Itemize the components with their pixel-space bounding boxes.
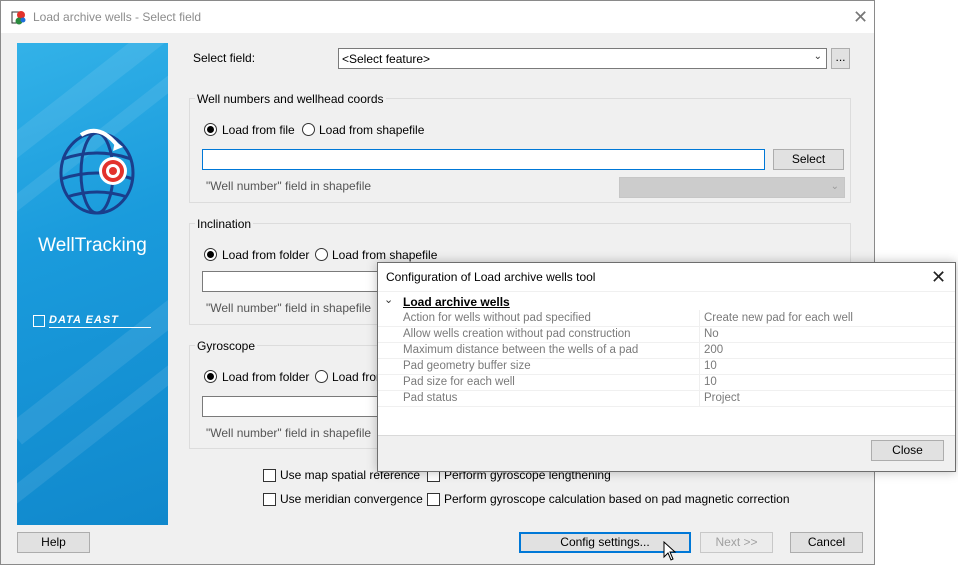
app-icon (11, 11, 26, 25)
browse-button[interactable]: ... (831, 48, 850, 69)
well-numbers-field-combo[interactable]: ⌄ (619, 177, 845, 198)
well-numbers-group-title: Well numbers and wellhead coords (195, 92, 386, 106)
well-numbers-radio-file-label[interactable]: Load from file (222, 123, 295, 137)
well-numbers-radio-file[interactable] (204, 123, 217, 136)
perform-gyroscope-calculation-label[interactable]: Perform gyroscope calculation based on p… (444, 492, 790, 506)
grid-row-key: Action for wells without pad specified (403, 312, 591, 324)
help-button[interactable]: Help (17, 532, 90, 553)
title-bar: Load archive wells - Select field ✕ (1, 1, 874, 33)
inclination-path-input[interactable] (202, 271, 402, 292)
select-field-label: Select field: (193, 51, 256, 65)
gyroscope-radio-shapefile[interactable] (315, 370, 328, 383)
config-dialog: Configuration of Load archive wells tool… (377, 262, 956, 472)
use-meridian-convergence-checkbox[interactable] (263, 493, 276, 506)
grid-row-value[interactable]: No (704, 326, 719, 342)
inclination-radio-shapefile[interactable] (315, 248, 328, 261)
mouse-cursor-icon (663, 541, 677, 561)
select-file-button[interactable]: Select (773, 149, 844, 170)
gyroscope-group-title: Gyroscope (195, 339, 258, 353)
grid-row-value[interactable]: Project (704, 390, 740, 406)
grid-row-key: Pad geometry buffer size (403, 360, 531, 372)
grid-row[interactable]: Pad status Project (378, 390, 955, 407)
grid-row-value[interactable]: 10 (704, 358, 717, 374)
inclination-group-title: Inclination (195, 217, 254, 231)
gyroscope-radio-folder-label[interactable]: Load from folder (222, 370, 309, 384)
brand-name: WellTracking (38, 235, 147, 256)
chevron-down-icon: ⌄ (813, 51, 822, 62)
grid-row-value[interactable]: 200 (704, 342, 723, 358)
grid-row-value[interactable]: Create new pad for each well (704, 310, 853, 326)
gyroscope-radio-folder[interactable] (204, 370, 217, 383)
gyroscope-field-label: "Well number" field in shapefile (206, 426, 372, 440)
grid-row-key: Allow wells creation without pad constru… (403, 328, 631, 340)
gyroscope-path-input[interactable] (202, 396, 402, 417)
use-meridian-convergence-label[interactable]: Use meridian convergence (280, 492, 423, 506)
inclination-field-label: "Well number" field in shapefile (206, 301, 372, 315)
grid-row[interactable]: Maximum distance between the wells of a … (378, 342, 955, 359)
well-numbers-radio-shapefile-label[interactable]: Load from shapefile (319, 123, 424, 137)
grid-row-key: Pad status (403, 392, 458, 404)
chevron-down-icon: ⌄ (830, 181, 839, 192)
globe-target-icon (59, 128, 135, 215)
grid-row-key: Maximum distance between the wells of a … (403, 344, 639, 356)
perform-gyroscope-calculation-checkbox[interactable] (427, 493, 440, 506)
company-name: DATA EAST (49, 314, 119, 326)
cancel-button[interactable]: Cancel (790, 532, 863, 553)
grid-row-key: Pad size for each well (403, 376, 515, 388)
property-grid: ⌄ Load archive wells Action for wells wi… (378, 292, 955, 436)
grid-row[interactable]: Pad size for each well 10 (378, 374, 955, 391)
grid-row[interactable]: Pad geometry buffer size 10 (378, 358, 955, 375)
grid-category-label: Load archive wells (403, 295, 510, 309)
window-title: Load archive wells - Select field (33, 10, 202, 24)
chevron-down-icon[interactable]: ⌄ (384, 293, 393, 306)
grid-row-value[interactable]: 10 (704, 374, 717, 390)
config-close-button[interactable]: Close (871, 440, 944, 461)
next-button[interactable]: Next >> (700, 532, 773, 553)
well-numbers-radio-shapefile[interactable] (302, 123, 315, 136)
company-logo: DATA EAST (33, 314, 153, 329)
grid-row[interactable]: Allow wells creation without pad constru… (378, 326, 955, 343)
sidebar-banner: WellTracking DATA EAST (17, 43, 168, 525)
grid-category-row[interactable]: ⌄ Load archive wells (378, 294, 955, 310)
use-map-spatial-reference-checkbox[interactable] (263, 469, 276, 482)
inclination-radio-folder[interactable] (204, 248, 217, 261)
grid-row[interactable]: Action for wells without pad specified C… (378, 310, 955, 327)
well-numbers-field-label: "Well number" field in shapefile (206, 179, 372, 193)
select-field-combo[interactable]: <Select feature> ⌄ (338, 48, 827, 69)
well-numbers-path-input[interactable] (202, 149, 765, 170)
config-title-bar: Configuration of Load archive wells tool… (378, 263, 955, 291)
close-icon[interactable]: ✕ (931, 268, 946, 286)
inclination-radio-folder-label[interactable]: Load from folder (222, 248, 309, 262)
select-field-value: <Select feature> (342, 52, 431, 66)
inclination-radio-shapefile-label[interactable]: Load from shapefile (332, 248, 437, 262)
close-icon[interactable]: ✕ (853, 8, 868, 26)
config-dialog-title: Configuration of Load archive wells tool (386, 270, 596, 284)
